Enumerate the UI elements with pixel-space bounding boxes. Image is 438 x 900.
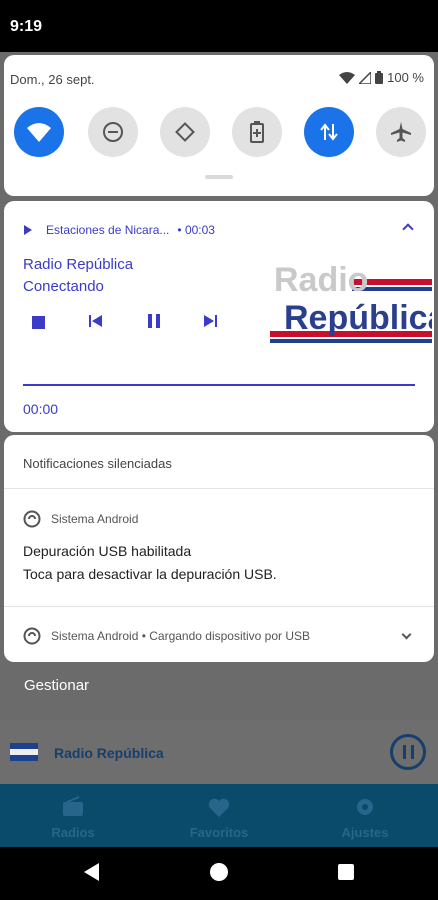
background-tab-ajustes: Ajustes	[292, 784, 438, 847]
tile-auto-rotate[interactable]	[160, 107, 210, 157]
media-notification[interactable]: Estaciones de Nicara... • 00:03 Radio Re…	[4, 201, 434, 432]
background-tab-radios: Radios	[0, 784, 146, 847]
album-art: Radio República	[270, 257, 432, 349]
art-text-republica: República	[284, 299, 432, 337]
recents-icon[interactable]	[338, 864, 354, 880]
next-icon[interactable]	[202, 313, 218, 329]
media-header: Estaciones de Nicara... • 00:03	[24, 223, 215, 237]
silent-header: Notificaciones silenciadas	[23, 456, 172, 471]
gear-icon	[357, 799, 373, 815]
divider	[4, 488, 434, 489]
notification-usb-charging[interactable]: Sistema Android • Cargando dispositivo p…	[23, 627, 310, 645]
wifi-signal-icon	[339, 71, 356, 84]
usb-debug-text[interactable]: Toca para desactivar la depuración USB.	[23, 566, 277, 582]
clock: 9:19	[10, 18, 43, 35]
background-tab-favoritos: Favoritos	[146, 784, 292, 847]
background-pause-button	[390, 734, 426, 770]
date-label: Dom., 26 sept.	[10, 72, 95, 87]
background-station-name: Radio República	[54, 745, 164, 761]
tile-wifi[interactable]	[14, 107, 64, 157]
collapse-chevron-icon[interactable]	[402, 223, 414, 235]
status-bar: 9:19	[0, 0, 438, 52]
airplane-icon	[391, 122, 411, 142]
quick-settings-panel: Dom., 26 sept. 100 %	[4, 55, 434, 196]
battery-saver-icon	[250, 121, 264, 143]
radio-icon	[63, 796, 83, 816]
heart-icon	[208, 798, 230, 817]
usb-debug-title[interactable]: Depuración USB habilitada	[23, 543, 191, 559]
art-text-radio: Radio	[274, 261, 368, 299]
play-icon	[24, 225, 32, 235]
notification-usb-debug-app[interactable]: Sistema Android	[23, 510, 138, 528]
android-system-icon	[23, 510, 41, 528]
previous-icon[interactable]	[88, 313, 104, 329]
pause-icon[interactable]	[146, 313, 162, 329]
media-controls	[32, 313, 232, 331]
expand-chevron-icon[interactable]	[401, 629, 412, 640]
drag-handle[interactable]	[205, 175, 233, 179]
media-elapsed: • 00:03	[177, 223, 215, 237]
media-title: Radio República	[23, 256, 134, 273]
android-system-icon	[23, 627, 41, 645]
media-source: Estaciones de Nicara...	[46, 223, 170, 237]
tile-do-not-disturb[interactable]	[88, 107, 138, 157]
do-not-disturb-icon	[103, 122, 123, 142]
battery-percent: 100 %	[387, 70, 424, 85]
back-icon[interactable]	[84, 863, 99, 881]
background-tab-bar: Radios Favoritos Ajustes	[0, 784, 438, 847]
status-icons: 100 %	[339, 70, 424, 85]
tile-mobile-data[interactable]	[304, 107, 354, 157]
rotate-icon	[175, 122, 195, 142]
silent-notifications: Notificaciones silenciadas Sistema Andro…	[4, 435, 434, 662]
tile-battery-saver[interactable]	[232, 107, 282, 157]
divider	[4, 606, 434, 607]
media-progress-bar[interactable]	[23, 384, 415, 386]
tile-airplane-mode[interactable]	[376, 107, 426, 157]
manage-button[interactable]: Gestionar	[24, 677, 89, 694]
flag-icon	[10, 743, 38, 761]
data-arrows-icon	[320, 123, 338, 141]
battery-icon	[375, 71, 384, 84]
stop-icon[interactable]	[32, 316, 45, 329]
quick-tiles	[14, 107, 426, 157]
cell-signal-icon	[359, 71, 372, 84]
home-icon[interactable]	[210, 863, 228, 881]
media-subtitle: Conectando	[23, 278, 104, 295]
media-time: 00:00	[23, 401, 59, 417]
wifi-icon	[27, 123, 51, 142]
navigation-bar	[0, 847, 438, 900]
